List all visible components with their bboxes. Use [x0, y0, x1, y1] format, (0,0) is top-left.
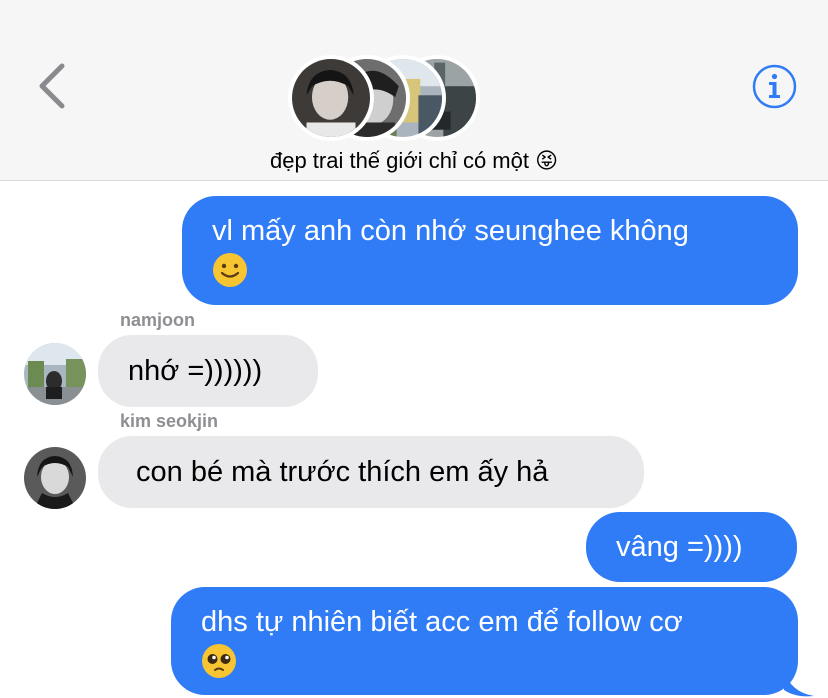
info-circle-icon [752, 64, 797, 109]
message-text: con bé mà trước thích em ấy hả [136, 456, 549, 488]
message-bubble-outgoing[interactable]: vâng =)))) [586, 512, 797, 582]
message-bubble-incoming[interactable]: con bé mà trước thích em ấy hả [98, 436, 644, 508]
message-bubble-outgoing[interactable]: vl mấy anh còn nhớ seunghee không [182, 196, 798, 305]
title-emoji: 😝 [535, 149, 559, 174]
info-button[interactable] [752, 64, 797, 109]
sender-name: kim seokjin [120, 411, 219, 431]
member-avatar-1 [288, 55, 374, 141]
back-button[interactable] [34, 62, 74, 110]
sender-avatar-kim-seokjin[interactable] [24, 447, 86, 509]
bubble-tail [784, 670, 814, 697]
sender-avatar-namjoon[interactable] [24, 343, 86, 405]
message-text: vâng =)))) [616, 531, 743, 563]
chat-header: đẹp trai thế giới chỉ có một 😝 [0, 0, 828, 181]
sender-name: namjoon [120, 310, 195, 330]
pleading-face-emoji [202, 644, 236, 679]
message-text: vl mấy anh còn nhớ seunghee không [212, 215, 689, 247]
group-title: đẹp trai thế giới chỉ có một 😝 [0, 148, 828, 174]
slightly-smiling-face-emoji [213, 253, 247, 288]
group-avatar-stack[interactable] [288, 55, 480, 141]
message-text: dhs tự nhiên biết acc em để follow cơ [201, 606, 683, 638]
message-bubble-outgoing[interactable]: dhs tự nhiên biết acc em để follow cơ [171, 587, 798, 695]
group-title-text: đẹp trai thế giới chỉ có một [269, 148, 529, 173]
message-bubble-incoming[interactable]: nhớ =)))))) [98, 335, 318, 407]
message-list[interactable]: vl mấy anh còn nhớ seunghee không namjoo… [0, 182, 828, 698]
message-text: nhớ =)))))) [128, 355, 263, 387]
chevron-left-icon [39, 63, 65, 109]
